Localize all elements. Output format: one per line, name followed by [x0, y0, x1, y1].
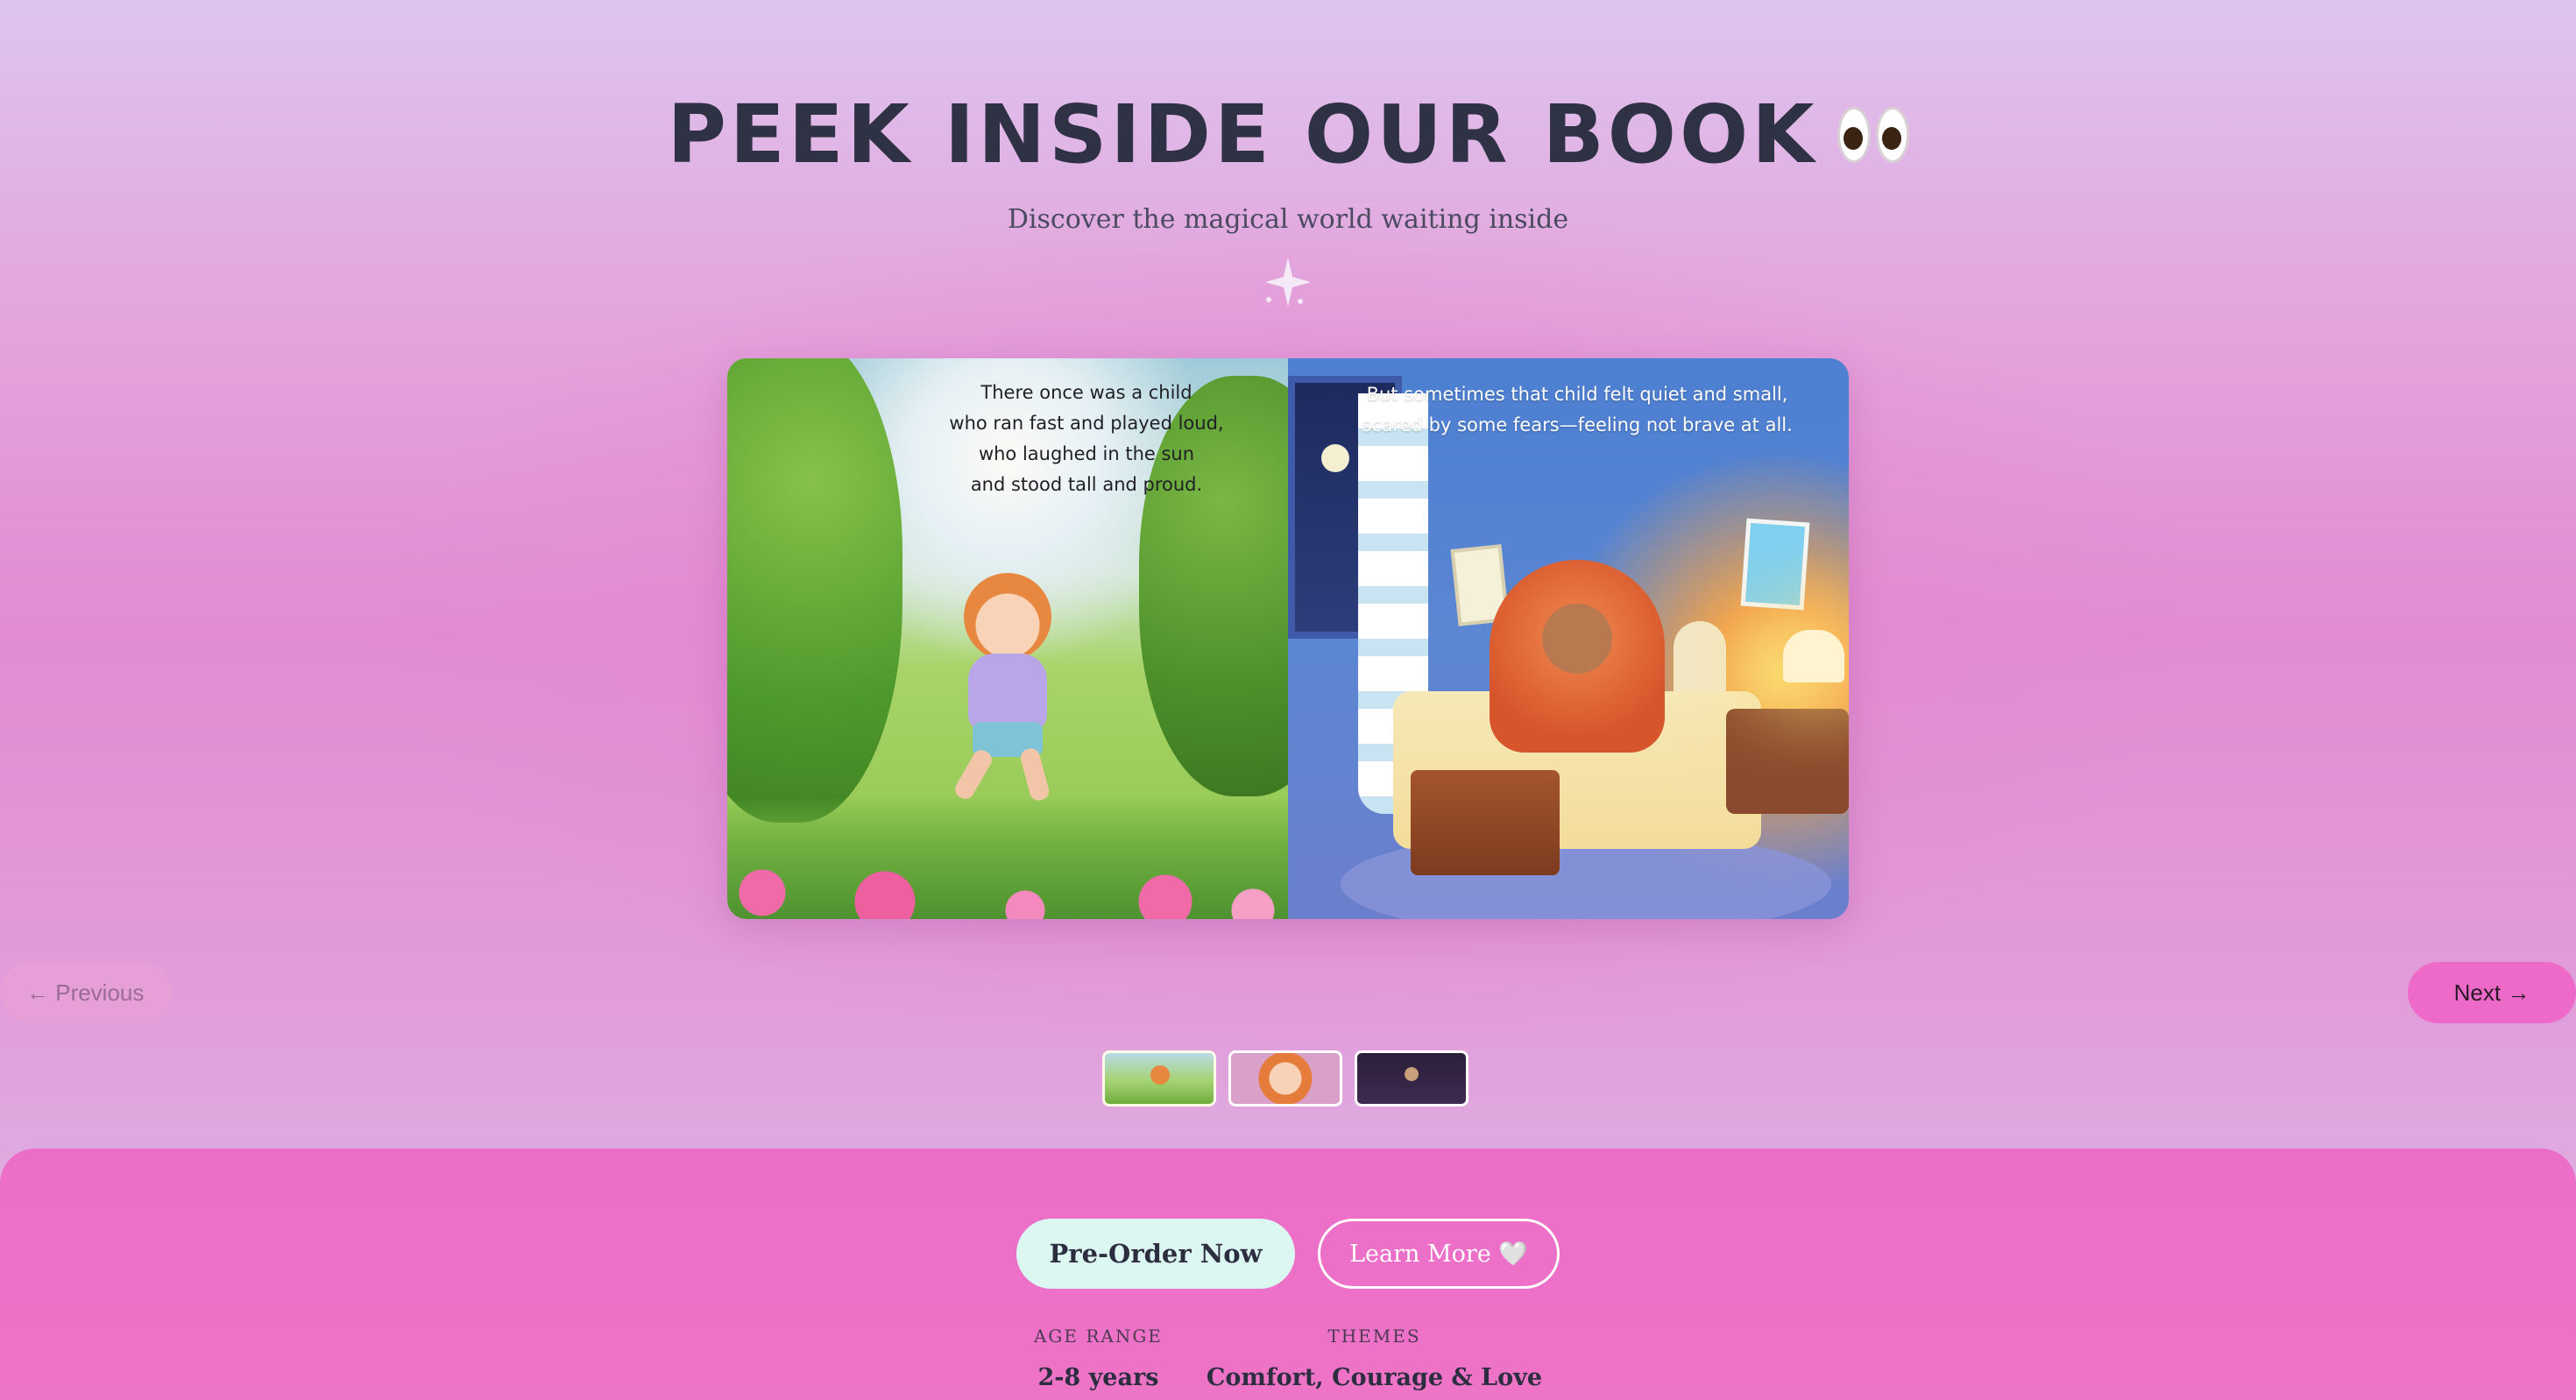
book-page-left: There once was a child who ran fast and …: [727, 358, 1288, 919]
scared-child-illustration: [1542, 604, 1612, 674]
previous-button[interactable]: ← Previous: [0, 962, 172, 1023]
page-header: PEEK INSIDE OUR BOOK Discover the magica…: [0, 88, 2576, 235]
flowers-illustration: [727, 840, 1288, 919]
next-button[interactable]: Next →: [2408, 962, 2576, 1023]
thumbnail-page-2[interactable]: [1228, 1050, 1342, 1107]
nightstand-illustration: [1726, 709, 1849, 814]
right-page-line: scared by some fears—feeling not brave a…: [1362, 414, 1793, 435]
eyes-icon: [1836, 106, 1909, 163]
left-page-line: who ran fast and played loud,: [949, 413, 1224, 434]
pre-order-button[interactable]: Pre-Order Now: [1016, 1219, 1295, 1289]
page-thumbnails: [1102, 1050, 1468, 1107]
sparkle-icon: [1265, 258, 1311, 307]
stat-value: 2-8 years: [1037, 1364, 1159, 1391]
stat-age-range: AGE RANGE 2-8 years: [1034, 1326, 1163, 1391]
left-eye: [1836, 106, 1871, 163]
right-page-text: But sometimes that child felt quiet and …: [1314, 379, 1840, 441]
left-page-line: and stood tall and proud.: [970, 474, 1203, 495]
stat-label: AGE RANGE: [1033, 1326, 1163, 1347]
page-title: PEEK INSIDE OUR BOOK: [667, 88, 1909, 181]
rocket-poster-illustration: [1740, 518, 1810, 611]
left-page-text: There once was a child who ran fast and …: [894, 378, 1279, 500]
stat-label: THEMES: [1327, 1326, 1421, 1347]
right-eye: [1875, 106, 1909, 163]
book-spread[interactable]: There once was a child who ran fast and …: [727, 358, 1849, 919]
learn-more-button[interactable]: Learn More 🤍: [1318, 1219, 1560, 1289]
stat-value: Comfort, Courage & Love: [1206, 1364, 1543, 1391]
toy-chest-illustration: [1411, 770, 1560, 875]
page-title-text: PEEK INSIDE OUR BOOK: [667, 88, 1818, 181]
book-details: AGE RANGE 2-8 years THEMES Comfort, Cour…: [0, 1326, 2576, 1391]
running-child-illustration: [938, 573, 1078, 803]
left-page-line: who laughed in the sun: [978, 443, 1195, 464]
tree-illustration: [727, 358, 902, 823]
right-page-line: But sometimes that child felt quiet and …: [1366, 384, 1788, 405]
page-subtitle: Discover the magical world waiting insid…: [1007, 204, 1569, 235]
lamp-illustration: [1783, 630, 1844, 682]
thumbnail-page-3[interactable]: [1355, 1050, 1468, 1107]
stat-themes: THEMES Comfort, Courage & Love: [1207, 1326, 1542, 1391]
cta-section: Pre-Order Now Learn More 🤍 AGE RANGE 2-8…: [0, 1149, 2576, 1400]
thumbnail-page-1[interactable]: [1102, 1050, 1216, 1107]
book-page-right: But sometimes that child felt quiet and …: [1288, 358, 1849, 919]
left-page-line: There once was a child: [980, 382, 1192, 403]
cta-buttons: Pre-Order Now Learn More 🤍: [0, 1219, 2576, 1289]
moon-icon: [1321, 444, 1349, 472]
